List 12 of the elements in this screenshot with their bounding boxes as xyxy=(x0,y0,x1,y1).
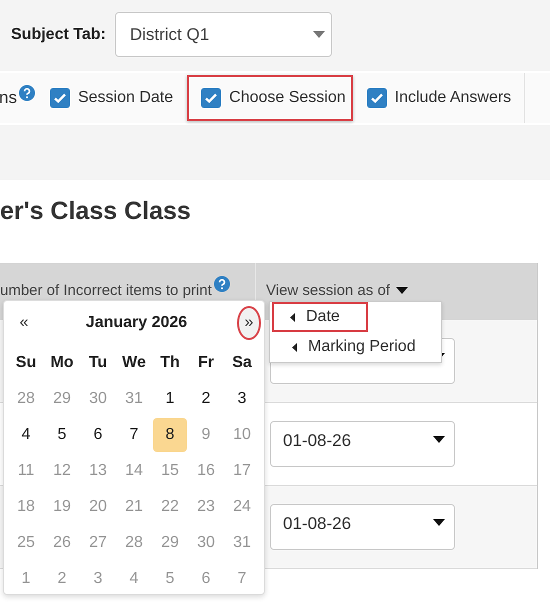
weekday-label: We xyxy=(121,353,147,373)
weekday-label: Sa xyxy=(231,353,253,373)
weekday-label: Th xyxy=(159,353,181,373)
column-header: umber of Incorrect items to print xyxy=(0,282,212,299)
weekday-label: Mo xyxy=(49,353,75,373)
option-label: ns xyxy=(0,88,17,108)
weekday-label: Su xyxy=(14,353,38,373)
weekday-label: Fr xyxy=(197,353,215,373)
field-label: Subject Tab: xyxy=(11,26,106,44)
page-heading: er's Class Class xyxy=(0,196,192,227)
weekday-label: Tu xyxy=(88,353,108,373)
month-title: January 2026 xyxy=(86,314,188,332)
